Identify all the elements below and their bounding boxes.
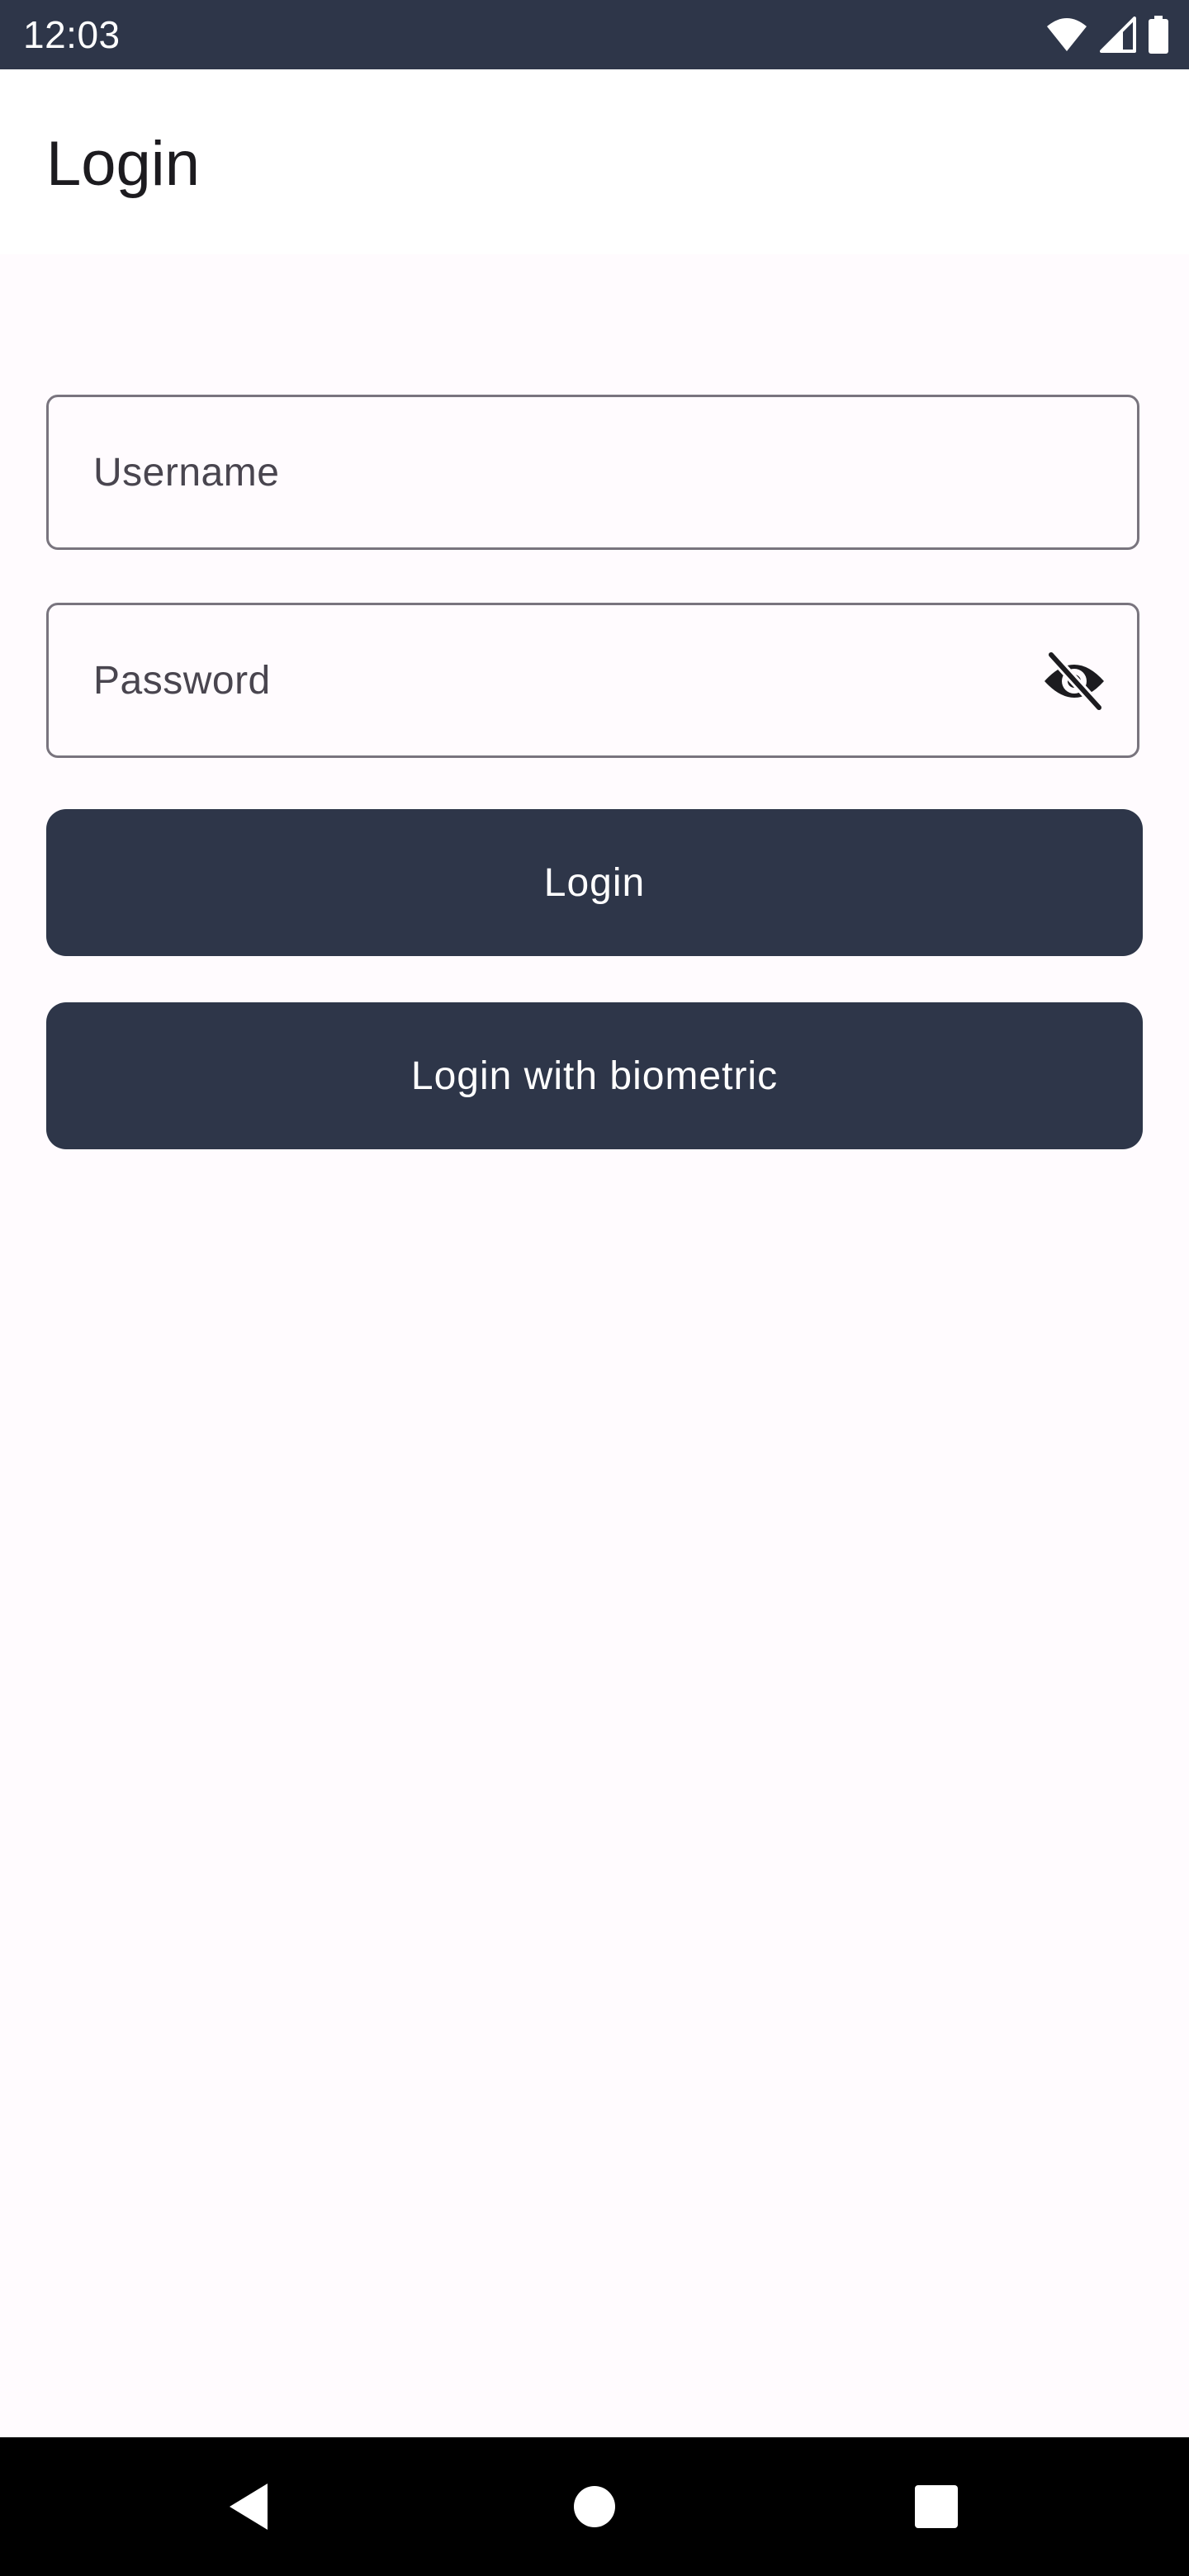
status-time: 12:03 — [23, 13, 121, 56]
status-icons — [1045, 15, 1169, 54]
recents-icon[interactable] — [867, 2437, 1006, 2576]
status-bar: 12:03 — [0, 0, 1189, 69]
cellular-signal-icon — [1100, 17, 1136, 53]
login-with-biometric-button[interactable]: Login with biometric — [46, 1002, 1143, 1149]
back-icon[interactable] — [180, 2437, 319, 2576]
home-icon[interactable] — [525, 2437, 664, 2576]
visibility-off-icon[interactable] — [1041, 651, 1107, 711]
username-field[interactable]: Username — [46, 395, 1139, 550]
page-title: Login — [46, 129, 200, 199]
wifi-icon — [1045, 17, 1088, 53]
navigation-bar — [0, 2437, 1189, 2576]
login-button[interactable]: Login — [46, 809, 1143, 956]
top-app-bar: Login — [0, 69, 1189, 254]
password-field[interactable]: Password — [46, 603, 1139, 758]
battery-icon — [1148, 16, 1169, 54]
